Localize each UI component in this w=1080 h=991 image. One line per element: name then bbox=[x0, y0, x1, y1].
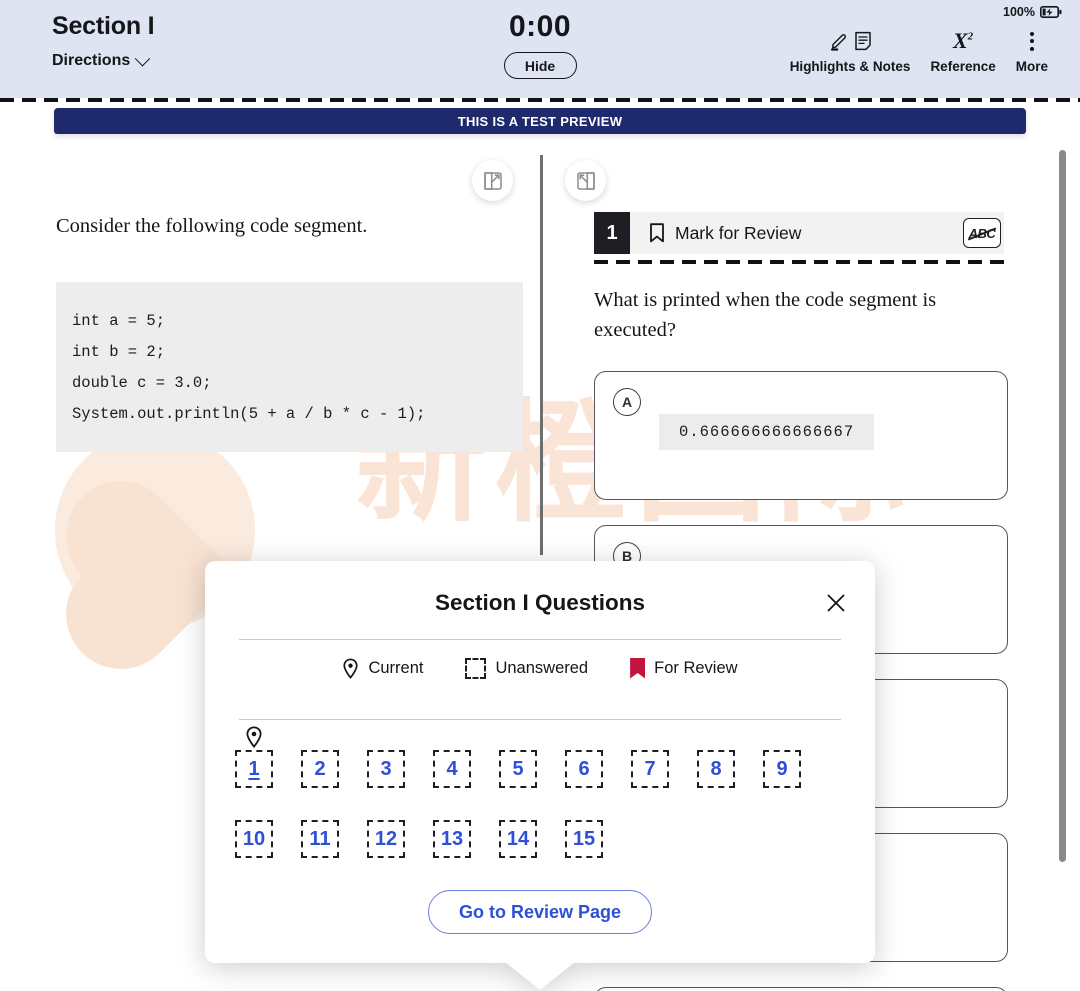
more-vertical-dots-icon bbox=[1029, 28, 1034, 54]
header-tools-group: Highlights & Notes X2 Reference More bbox=[780, 28, 1058, 74]
legend-label-unanswered: Unanswered bbox=[495, 658, 589, 677]
answer-choice-a[interactable]: A 0.666666666666667 bbox=[594, 371, 1008, 501]
abc-strikethrough-icon[interactable]: ABC bbox=[963, 218, 1001, 248]
question-cell-15[interactable]: 15 bbox=[565, 820, 603, 858]
question-cell-13[interactable]: 13 bbox=[433, 820, 471, 858]
answer-choice-e[interactable]: E bbox=[594, 987, 1008, 991]
legend-label-current: Current bbox=[368, 658, 424, 677]
highlighter-notes-icon bbox=[829, 28, 872, 54]
question-number-grid: 1 2 3 4 5 6 7 8 9 10 11 12 13 14 15 bbox=[235, 726, 835, 858]
close-icon[interactable] bbox=[823, 590, 849, 616]
battery-percent-label: 100% bbox=[1003, 5, 1035, 19]
panel-divider[interactable] bbox=[540, 155, 543, 555]
question-cell-2[interactable]: 2 bbox=[301, 750, 339, 788]
more-button[interactable]: More bbox=[1006, 28, 1058, 74]
question-cell-label: 4 bbox=[446, 757, 458, 780]
question-cell-label: 11 bbox=[309, 827, 331, 850]
location-pin-icon bbox=[343, 658, 359, 679]
test-preview-banner: THIS IS A TEST PREVIEW bbox=[54, 108, 1026, 134]
bookmark-icon bbox=[650, 223, 664, 243]
go-to-review-page-button[interactable]: Go to Review Page bbox=[427, 890, 653, 934]
question-dashed-rule bbox=[594, 260, 1006, 264]
question-cell-6[interactable]: 6 bbox=[565, 750, 603, 788]
question-cell-label: 5 bbox=[512, 757, 524, 780]
section-questions-modal: Section I Questions Current Unanswered F… bbox=[205, 561, 875, 990]
question-cell-label: 8 bbox=[710, 757, 722, 780]
highlights-and-notes-button[interactable]: Highlights & Notes bbox=[780, 28, 921, 74]
mark-for-review-label: Mark for Review bbox=[675, 222, 802, 243]
app-header: Section I Directions 0:00 Hide 100% High… bbox=[0, 0, 1080, 98]
question-cell-11[interactable]: 11 bbox=[301, 820, 339, 858]
expand-left-panel-icon bbox=[576, 171, 595, 190]
question-cell-label: 9 bbox=[776, 757, 788, 780]
mark-for-review-toggle[interactable]: Mark for Review bbox=[648, 222, 801, 244]
stimulus-panel: Consider the following code segment. int… bbox=[0, 150, 540, 452]
question-number-badge: 1 bbox=[594, 212, 630, 254]
section-questions-popover: Section I Questions Current Unanswered F… bbox=[205, 561, 875, 990]
question-cell-14[interactable]: 14 bbox=[499, 820, 537, 858]
question-cell-1[interactable]: 1 bbox=[235, 726, 273, 788]
reference-label: Reference bbox=[930, 59, 996, 74]
legend-item-current: Current bbox=[342, 658, 423, 679]
battery-charging-icon bbox=[1040, 6, 1062, 18]
header-dashed-divider bbox=[0, 98, 1080, 102]
modal-legend: Current Unanswered For Review bbox=[205, 640, 875, 696]
scrollbar-thumb[interactable] bbox=[1059, 150, 1066, 862]
expand-right-panel-button[interactable] bbox=[472, 160, 513, 201]
question-cell-label: 6 bbox=[578, 757, 590, 780]
question-cell-label: 15 bbox=[572, 827, 596, 850]
stimulus-lead-text: Consider the following code segment. bbox=[56, 215, 368, 237]
review-button-row: Go to Review Page bbox=[205, 890, 875, 934]
question-cell-label: 2 bbox=[314, 757, 326, 780]
question-cell-7[interactable]: 7 bbox=[631, 750, 669, 788]
question-cell-10[interactable]: 10 bbox=[235, 820, 273, 858]
question-cell-label: 10 bbox=[242, 827, 266, 850]
question-cell-12[interactable]: 12 bbox=[367, 820, 405, 858]
hide-timer-button[interactable]: Hide bbox=[503, 52, 577, 79]
question-cell-3[interactable]: 3 bbox=[367, 750, 405, 788]
legend-item-unanswered: Unanswered bbox=[465, 657, 589, 679]
modal-title: Section I Questions bbox=[434, 590, 646, 615]
question-stem: What is printed when the code segment is… bbox=[594, 289, 937, 341]
expand-left-panel-button[interactable] bbox=[565, 160, 606, 201]
expand-right-panel-icon bbox=[483, 171, 502, 190]
reference-x-squared-icon: X2 bbox=[952, 28, 974, 53]
question-cell-label: 3 bbox=[380, 757, 392, 780]
page-scrollbar[interactable] bbox=[1059, 150, 1066, 870]
reference-button[interactable]: X2 Reference bbox=[920, 28, 1005, 74]
modal-divider-bottom bbox=[239, 719, 841, 720]
question-cell-4[interactable]: 4 bbox=[433, 750, 471, 788]
question-cell-label: 13 bbox=[440, 827, 464, 850]
red-flag-icon bbox=[630, 657, 646, 679]
choice-letter-a: A bbox=[613, 388, 641, 417]
legend-label-for-review: For Review bbox=[654, 658, 738, 677]
choice-value-a: 0.666666666666667 bbox=[659, 414, 875, 451]
battery-status: 100% bbox=[1003, 5, 1062, 19]
legend-item-for-review: For Review bbox=[630, 657, 738, 679]
question-cell-label: 1 bbox=[248, 757, 260, 780]
code-segment-block: int a = 5; int b = 2; double c = 3.0; Sy… bbox=[56, 281, 523, 452]
test-preview-screen: 新橙国际 New Achievements Section I Directio… bbox=[0, 0, 1080, 991]
question-cell-9[interactable]: 9 bbox=[763, 750, 801, 788]
question-cell-label: 7 bbox=[644, 757, 656, 780]
question-cell-5[interactable]: 5 bbox=[499, 750, 537, 788]
modal-pointer-tail bbox=[505, 962, 575, 990]
question-header-bar: 1 Mark for Review ABC bbox=[594, 212, 1004, 254]
more-label: More bbox=[1015, 59, 1048, 74]
dashed-square-icon bbox=[465, 657, 487, 679]
question-cell-label: 12 bbox=[374, 827, 398, 850]
question-cell-8[interactable]: 8 bbox=[697, 750, 735, 788]
highlights-and-notes-label: Highlights & Notes bbox=[789, 59, 911, 74]
location-pin-icon bbox=[246, 726, 262, 748]
question-cell-label: 14 bbox=[506, 827, 530, 850]
